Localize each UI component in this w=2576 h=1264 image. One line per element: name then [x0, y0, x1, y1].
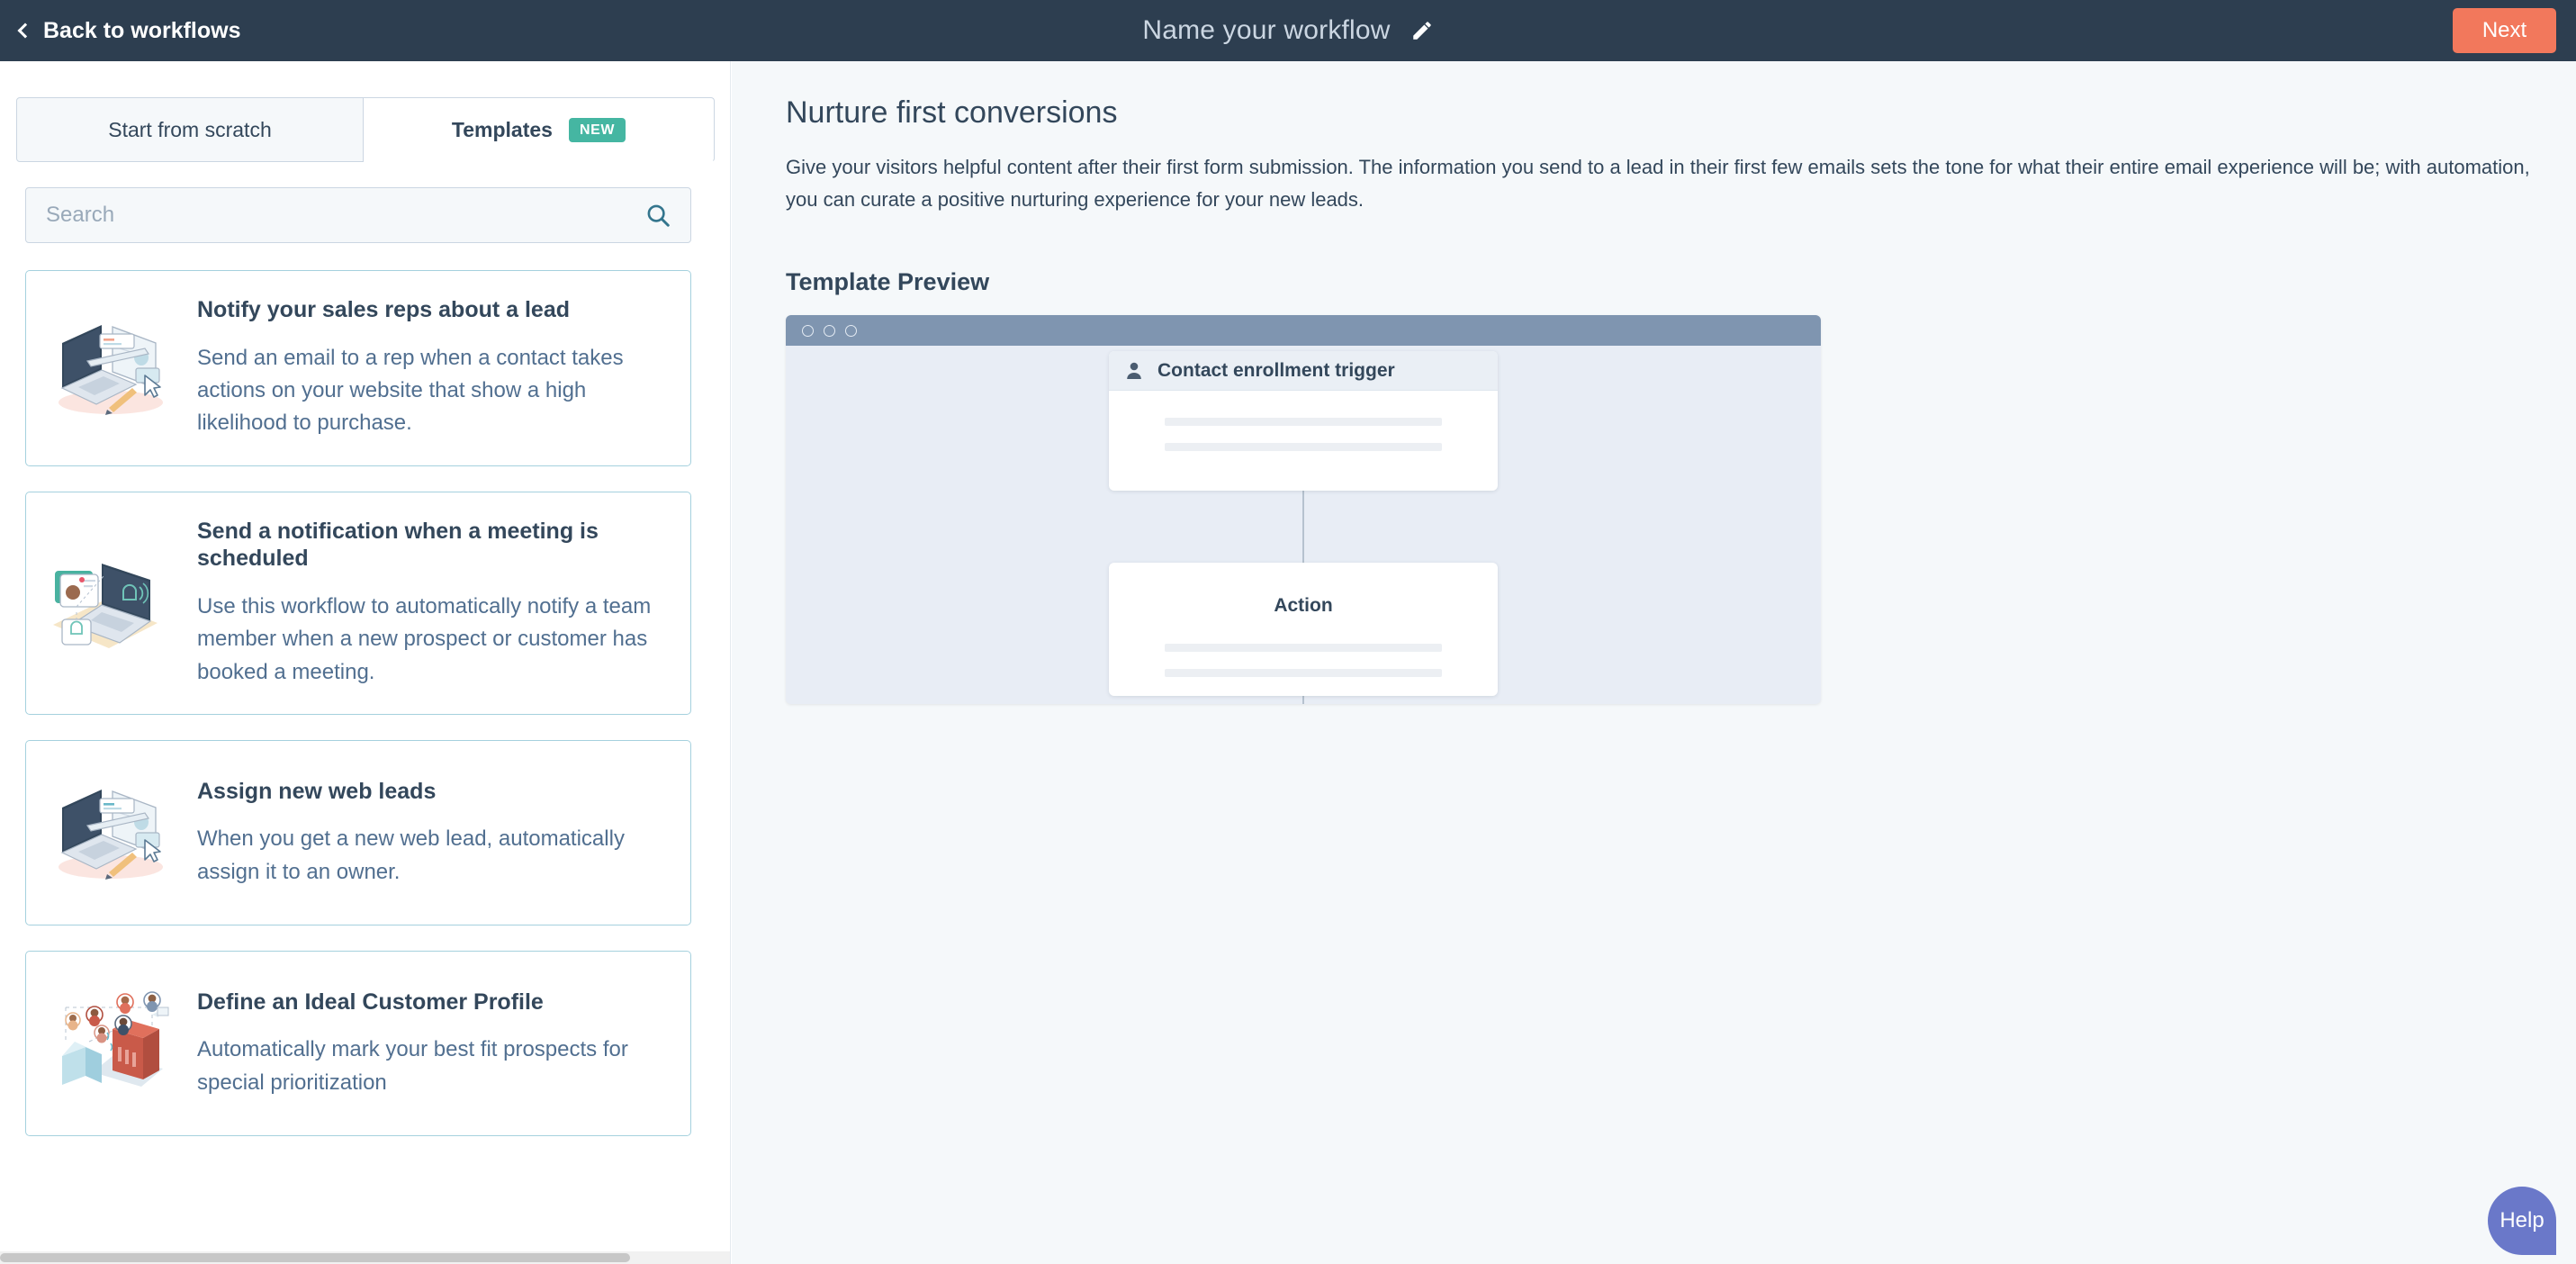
chevron-left-icon: [18, 23, 33, 38]
page-body: Start from scratch Templates NEW: [0, 61, 2576, 1264]
tab-templates[interactable]: Templates NEW: [364, 97, 715, 162]
window-dot-icon: [824, 325, 835, 337]
template-card-description: Use this workflow to automatically notif…: [197, 591, 663, 689]
template-card-title: Assign new web leads: [197, 778, 663, 806]
search-field-wrapper: [25, 187, 691, 243]
top-bar: Back to workflows Name your workflow Nex…: [0, 0, 2576, 61]
buildings-people-illustration: [46, 977, 181, 1110]
placeholder-line: [1165, 443, 1442, 451]
workflow-node-trigger[interactable]: Contact enrollment trigger: [1109, 351, 1498, 491]
template-preview-heading: Template Preview: [786, 268, 989, 296]
template-card[interactable]: Notify your sales reps about a lead Send…: [25, 270, 691, 466]
search-input[interactable]: [25, 187, 691, 243]
template-card[interactable]: Assign new web leads When you get a new …: [25, 740, 691, 925]
template-card[interactable]: Define an Ideal Customer Profile Automat…: [25, 951, 691, 1136]
help-button[interactable]: Help: [2488, 1187, 2556, 1255]
placeholder-line: [1165, 669, 1442, 677]
placeholder-line: [1165, 644, 1442, 652]
template-preview-window: Contact enrollment trigger Action: [786, 315, 1821, 704]
template-detail-panel: Nurture first conversions Give your visi…: [732, 61, 2576, 1264]
action-node-placeholder-lines: [1109, 644, 1498, 677]
trigger-node-header: Contact enrollment trigger: [1109, 351, 1498, 391]
new-badge: NEW: [569, 118, 626, 142]
pencil-icon[interactable]: [1410, 19, 1434, 42]
next-button[interactable]: Next: [2453, 8, 2556, 53]
window-dot-icon: [802, 325, 814, 337]
preview-canvas: Contact enrollment trigger Action: [786, 346, 1821, 704]
templates-sidebar: Start from scratch Templates NEW: [0, 61, 731, 1264]
action-node-label: Action: [1109, 563, 1498, 617]
laptop-cursor-illustration: [46, 302, 181, 435]
page-description: Give your visitors helpful content after…: [786, 151, 2532, 215]
back-to-workflows-label: Back to workflows: [43, 18, 241, 44]
template-card-description: Automatically mark your best fit prospec…: [197, 1034, 663, 1099]
template-card-list[interactable]: Notify your sales reps about a lead Send…: [0, 270, 731, 1264]
person-icon: [1123, 360, 1145, 382]
template-card[interactable]: Send a notification when a meeting is sc…: [25, 492, 691, 715]
workflow-name-text[interactable]: Name your workflow: [1142, 15, 1390, 46]
window-dot-icon: [845, 325, 857, 337]
template-card-description: Send an email to a rep when a contact ta…: [197, 342, 663, 440]
template-card-description: When you get a new web lead, automatical…: [197, 823, 663, 889]
template-card-text: Notify your sales reps about a lead Send…: [197, 296, 671, 440]
scrollbar-thumb[interactable]: [0, 1253, 630, 1262]
template-card-title: Notify your sales reps about a lead: [197, 296, 663, 324]
sidebar-tabs: Start from scratch Templates NEW: [16, 97, 715, 162]
workflow-node-action[interactable]: Action: [1109, 563, 1498, 696]
horizontal-scrollbar[interactable]: [0, 1251, 731, 1264]
placeholder-line: [1165, 418, 1442, 426]
preview-titlebar: [786, 315, 1821, 346]
trigger-node-placeholder-lines: [1109, 418, 1498, 451]
back-to-workflows-link[interactable]: Back to workflows: [20, 18, 241, 44]
template-card-text: Send a notification when a meeting is sc…: [197, 518, 671, 689]
template-card-text: Define an Ideal Customer Profile Automat…: [197, 989, 671, 1099]
trigger-node-label: Contact enrollment trigger: [1157, 360, 1395, 382]
template-card-title: Send a notification when a meeting is sc…: [197, 518, 663, 573]
tab-start-from-scratch[interactable]: Start from scratch: [16, 97, 364, 162]
page-title: Nurture first conversions: [786, 95, 1117, 131]
tab-templates-label: Templates: [452, 118, 553, 142]
tab-start-from-scratch-label: Start from scratch: [108, 118, 271, 142]
template-card-title: Define an Ideal Customer Profile: [197, 989, 663, 1016]
laptop-cursor-illustration: [46, 766, 181, 899]
template-card-text: Assign new web leads When you get a new …: [197, 778, 671, 889]
laptop-bell-notification-illustration: [46, 537, 181, 670]
workflow-title-group: Name your workflow: [0, 0, 2576, 61]
